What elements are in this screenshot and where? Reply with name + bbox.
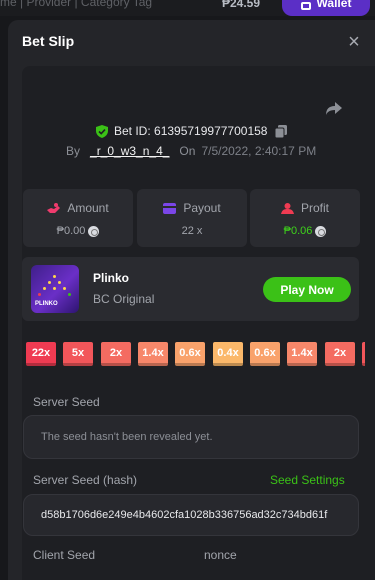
- amount-icon: [47, 202, 61, 213]
- top-bar: me | Provider | Category Tag ₱24.59 Wall…: [0, 0, 375, 16]
- game-card: PLINKO Plinko BC Original Play Now: [22, 257, 359, 321]
- server-seed-hash-field[interactable]: d58b1706d6e249e4b4602cfa1028b336756ad32c…: [23, 494, 359, 536]
- play-now-button[interactable]: Play Now: [263, 277, 351, 302]
- game-name: Plinko: [93, 271, 130, 285]
- multiplier-slot: 5x: [63, 342, 93, 366]
- bet-id-row: Bet ID: 61395719977700158: [96, 122, 288, 140]
- coin-icon: [88, 225, 100, 237]
- multiplier-row: 22x 5x 2x 1.4x 0.6x 0.4x 0.6x 1.4x 2x: [12, 342, 365, 366]
- copy-icon[interactable]: [275, 124, 288, 138]
- modal-title: Bet Slip: [22, 33, 75, 49]
- bet-slip-modal: Bet Slip × Bet ID: 61395719977700158 By …: [8, 20, 375, 580]
- bet-id: Bet ID: 61395719977700158: [114, 124, 268, 138]
- multiplier-slot: 1.4x: [138, 342, 168, 366]
- wallet-button[interactable]: Wallet: [282, 0, 370, 16]
- wallet-button-label: Wallet: [316, 0, 352, 10]
- multiplier-slot: 2x: [325, 342, 355, 366]
- multiplier-slot: 1.4x: [287, 342, 317, 366]
- amount-label: Amount: [67, 201, 109, 215]
- client-seed-label: Client Seed: [33, 548, 96, 562]
- multiplier-slot: 22x: [26, 342, 56, 366]
- multiplier-slot: 0.6x: [175, 342, 205, 366]
- profit-stat: Profit ₱0.06: [250, 189, 360, 247]
- amount-value: ₱0.00: [56, 225, 86, 237]
- on-label: On: [179, 144, 196, 158]
- bet-meta-row: By _r_0_w3_n_4_ On 7/5/2022, 2:40:17 PM: [66, 144, 316, 158]
- shield-check-icon: [96, 124, 108, 138]
- amount-stat: Amount ₱0.00: [23, 189, 133, 247]
- payout-icon: [163, 202, 177, 214]
- server-seed-field[interactable]: The seed hasn't been revealed yet.: [23, 415, 359, 459]
- profit-label: Profit: [300, 201, 329, 215]
- coin-icon: [315, 225, 327, 237]
- plinko-thumbnail[interactable]: PLINKO: [31, 265, 79, 313]
- multiplier-slot: 2x: [101, 342, 131, 366]
- profit-icon: [280, 202, 294, 214]
- by-label: By: [66, 144, 81, 158]
- profit-value: ₱0.06: [283, 225, 313, 237]
- seed-settings-link[interactable]: Seed Settings: [270, 473, 345, 487]
- payout-label: Payout: [183, 201, 221, 215]
- nonce-label: nonce: [204, 548, 237, 562]
- game-provider: BC Original: [93, 292, 155, 306]
- multiplier-slot: 0.4x: [213, 342, 243, 366]
- server-seed-label: Server Seed: [33, 395, 100, 409]
- server-seed-hash-label: Server Seed (hash): [33, 473, 138, 487]
- payout-value: 22 x: [181, 225, 203, 237]
- multiplier-slot: [362, 342, 365, 366]
- thumb-label: PLINKO: [35, 301, 58, 307]
- payout-stat: Payout 22 x: [137, 189, 247, 247]
- close-icon[interactable]: ×: [344, 32, 364, 52]
- breadcrumb: me | Provider | Category Tag: [0, 0, 153, 9]
- wallet-icon: [300, 2, 311, 10]
- share-icon[interactable]: [324, 98, 344, 118]
- username-link[interactable]: _r_0_w3_n_4_: [90, 144, 169, 158]
- bet-datetime: 7/5/2022, 2:40:17 PM: [201, 144, 317, 158]
- wallet-balance: ₱24.59: [222, 0, 261, 10]
- multiplier-slot: 0.6x: [250, 342, 280, 366]
